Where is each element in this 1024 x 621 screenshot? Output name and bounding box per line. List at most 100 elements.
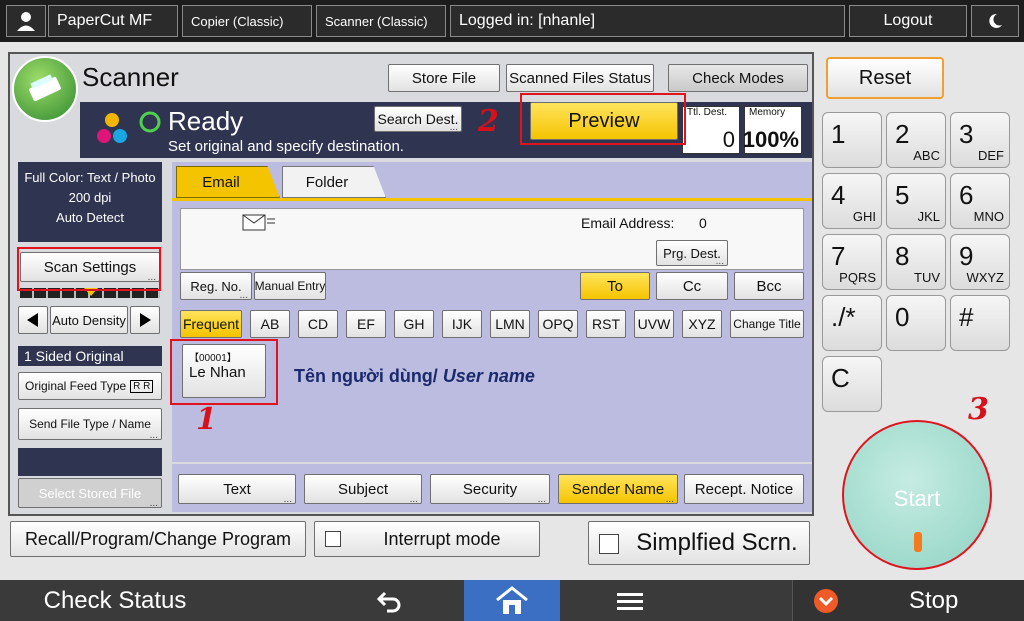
key-star[interactable]: ./* (822, 295, 882, 351)
sender-name-button[interactable]: Sender Name (558, 474, 678, 504)
interrupt-mode-button[interactable]: Interrupt mode (314, 521, 540, 557)
status-message: Set original and specify destination. (168, 138, 404, 155)
reset-button[interactable]: Reset (826, 57, 944, 99)
user-icon[interactable] (6, 5, 46, 37)
user-name-annotation: Tên người dùng/ User name (294, 366, 535, 387)
logged-in-label: Logged in: [nhanle] (459, 12, 596, 29)
index-tab-ijk[interactable]: IJK (442, 310, 482, 338)
auto-density-button[interactable]: Auto Density (50, 306, 128, 334)
step-2-marker: 2 (478, 104, 499, 139)
recall-program-button[interactable]: Recall/Program/Change Program (10, 521, 306, 557)
index-tab-uvw[interactable]: UVW (634, 310, 674, 338)
index-tab-ef[interactable]: EF (346, 310, 386, 338)
scan-mode-line3: Auto Detect (56, 210, 124, 225)
change-title-button[interactable]: Change Title (730, 310, 804, 338)
destination-entry-le-nhan[interactable]: 【00001】 Le Nhan (182, 344, 266, 398)
key-4[interactable]: 4 GHI (822, 173, 882, 229)
stop-button[interactable]: Stop (792, 580, 1024, 621)
simplified-checkbox-icon (599, 534, 619, 554)
menu-icon[interactable] (590, 580, 670, 621)
original-feed-type-button[interactable]: Original Feed Type R R (18, 372, 162, 400)
tab-folder[interactable]: Folder (282, 166, 386, 198)
logout-button[interactable]: Logout (849, 5, 967, 37)
index-tab-cd[interactable]: CD (298, 310, 338, 338)
key-1[interactable]: 1 (822, 112, 882, 168)
back-icon[interactable] (350, 580, 430, 621)
memory-value: 100% (742, 127, 799, 152)
total-destinations: Ttl. Dest. 0 (682, 106, 740, 154)
key-9[interactable]: 9 WXYZ (950, 234, 1010, 290)
scanner-classic-button[interactable]: Scanner (Classic) (316, 5, 446, 37)
subject-button[interactable]: Subject (304, 474, 422, 504)
index-tab-gh[interactable]: GH (394, 310, 434, 338)
prg-dest-button[interactable]: Prg. Dest. (656, 240, 728, 266)
reg-no-button[interactable]: Reg. No. (180, 272, 252, 300)
preview-button[interactable]: Preview (530, 102, 678, 140)
key-clear[interactable]: C (822, 356, 882, 412)
scanner-panel: Scanner Store File Scanned Files Status … (8, 52, 814, 516)
recept-notice-button[interactable]: Recept. Notice (684, 474, 804, 504)
key-5[interactable]: 5 JKL (886, 173, 946, 229)
check-status-button[interactable]: Check Status (0, 580, 230, 621)
stored-file-header (18, 448, 162, 476)
tab-underline (172, 198, 812, 201)
papercut-app-button[interactable]: PaperCut MF (48, 5, 178, 37)
security-button[interactable]: Security (430, 474, 550, 504)
entry-id: 【00001】 (189, 353, 237, 364)
select-stored-file-button[interactable]: Select Stored File (18, 478, 162, 508)
moon-icon[interactable] (971, 5, 1019, 37)
key-2[interactable]: 2 ABC (886, 112, 946, 168)
scan-mode-line2: 200 dpi (68, 190, 112, 205)
send-file-type-button[interactable]: Send File Type / Name (18, 408, 162, 440)
key-7[interactable]: 7 PQRS (822, 234, 882, 290)
index-tab-ab[interactable]: AB (250, 310, 290, 338)
index-tab-xyz[interactable]: XYZ (682, 310, 722, 338)
index-tab-lmn[interactable]: LMN (490, 310, 530, 338)
manual-entry-button[interactable]: Manual Entry (254, 272, 326, 300)
text-button[interactable]: Text (178, 474, 296, 504)
sided-original-label: 1 Sided Original (24, 348, 124, 364)
page-title: Scanner (82, 62, 179, 92)
memory-label: Memory (749, 107, 786, 118)
key-hash[interactable]: # (950, 295, 1010, 351)
copier-classic-button[interactable]: Copier (Classic) (182, 5, 312, 37)
bottom-bar: Check Status Stop (0, 580, 1024, 621)
ttl-dest-value: 0 (722, 127, 735, 152)
check-modes-button[interactable]: Check Modes (668, 64, 808, 92)
to-button[interactable]: To (580, 272, 650, 300)
stop-icon (814, 588, 838, 613)
index-tab-rst[interactable]: RST (586, 310, 626, 338)
index-tab-opq[interactable]: OPQ (538, 310, 578, 338)
start-label: Start (893, 486, 941, 511)
simplified-screen-button[interactable]: Simplfied Scrn. (588, 521, 810, 565)
home-icon[interactable] (464, 580, 560, 621)
scanner-logo-icon (12, 56, 78, 122)
step-1-marker: 1 (196, 402, 217, 437)
start-button[interactable]: Start (842, 420, 992, 570)
entry-name: Le Nhan (189, 364, 246, 381)
interrupt-mode-label: Interrupt mode (383, 528, 501, 549)
memory-indicator: Memory 100% (742, 106, 802, 154)
index-tab-frequent[interactable]: Frequent (180, 310, 242, 338)
key-0[interactable]: 0 (886, 295, 946, 351)
scan-mode-summary: Full Color: Text / Photo 200 dpi Auto De… (18, 162, 162, 242)
density-right-icon[interactable] (130, 306, 160, 334)
ttl-dest-label: Ttl. Dest. (687, 107, 728, 118)
bcc-button[interactable]: Bcc (734, 272, 804, 300)
ready-ring-icon (138, 110, 162, 134)
scan-mode-line1: Full Color: Text / Photo (24, 170, 156, 185)
color-toner-icon (90, 108, 134, 152)
user-name-en: User name (442, 366, 535, 386)
store-file-button[interactable]: Store File (388, 64, 500, 92)
key-8[interactable]: 8 TUV (886, 234, 946, 290)
stop-label: Stop (909, 586, 959, 614)
scan-settings-button[interactable]: Scan Settings (20, 252, 160, 282)
search-dest-button[interactable]: Search Dest. (374, 106, 462, 132)
scanned-files-status-button[interactable]: Scanned Files Status (506, 64, 654, 92)
feed-type-icon: R R (130, 379, 154, 393)
key-3[interactable]: 3 DEF (950, 112, 1010, 168)
key-6[interactable]: 6 MNO (950, 173, 1010, 229)
density-left-icon[interactable] (18, 306, 48, 334)
tab-email[interactable]: Email (176, 166, 280, 198)
cc-button[interactable]: Cc (656, 272, 728, 300)
